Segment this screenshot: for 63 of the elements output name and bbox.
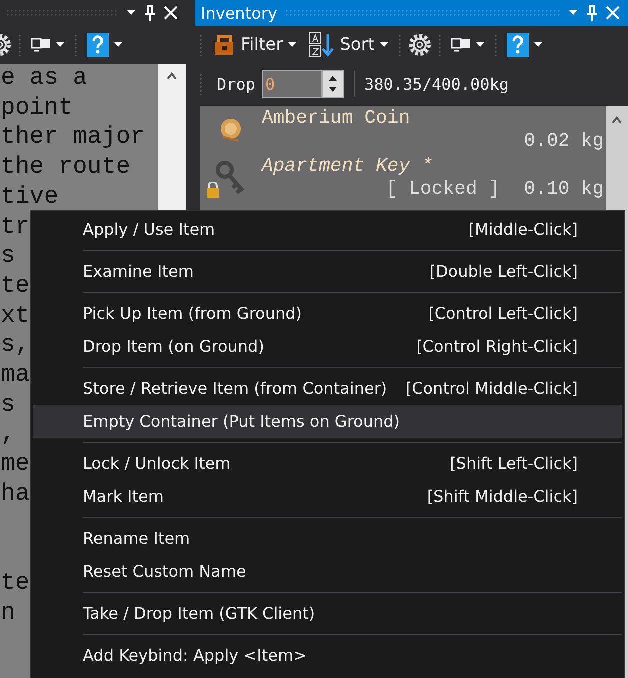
text-line: s: [1, 390, 16, 420]
filter-dropdown[interactable]: Filter: [209, 33, 300, 57]
panel-title: Inventory: [201, 4, 278, 22]
bag-icon: [212, 33, 236, 57]
menu-item[interactable]: Take / Drop Item (GTK Client): [33, 597, 622, 630]
weight-total: 380.35/400.00kg: [364, 74, 510, 94]
scroll-up-icon[interactable]: [167, 72, 177, 82]
text-line: ,: [1, 420, 16, 450]
text-line: tive: [1, 182, 59, 213]
caret-icon: [476, 42, 485, 48]
item-name: Apartment Key *: [262, 155, 434, 177]
menu-item[interactable]: Examine Item [Double Left-Click]: [33, 255, 622, 288]
sort-dropdown[interactable]: Sort: [306, 32, 392, 58]
help-icon: [506, 33, 529, 57]
text-line: n: [1, 598, 16, 628]
text-line: te: [1, 568, 30, 599]
item-name: Amberium Coin: [262, 107, 412, 129]
item-weight: 0.02 kg: [524, 129, 604, 153]
text-line: s,: [1, 331, 30, 362]
text-line: s: [1, 242, 16, 272]
screens-icon: [31, 37, 51, 53]
screens-icon: [450, 37, 471, 53]
inventory-item[interactable]: Amberium Coin 0.02 kg: [200, 106, 606, 154]
menu-item[interactable]: Apply / Use Item [Middle-Click]: [33, 213, 622, 246]
text-line: ma: [1, 361, 30, 391]
inventory-item[interactable]: Apartment Key * [ Locked ] 0.10 kg: [200, 154, 606, 202]
caret-icon: [380, 42, 389, 48]
text-line: ha: [1, 480, 30, 510]
item-weight: 0.10 kg: [524, 177, 604, 201]
menu-item[interactable]: Lock / Unlock Item [Shift Left-Click]: [33, 447, 622, 480]
spin-buttons[interactable]: [322, 70, 344, 98]
caret-icon[interactable]: [127, 10, 136, 16]
text-line: xt: [1, 302, 30, 332]
menu-item[interactable]: Mark Item [Shift Middle-Click]: [33, 480, 622, 513]
caret-icon: [56, 42, 65, 48]
coin-icon: [218, 117, 244, 143]
menu-item[interactable]: Drop Item (on Ground) [Control Right-Click]: [33, 330, 622, 363]
caret-icon: [114, 42, 123, 48]
close-icon[interactable]: [164, 6, 178, 20]
help-icon: [87, 33, 109, 57]
scroll-up-icon[interactable]: [612, 116, 622, 126]
pin-icon[interactable]: [144, 5, 156, 21]
key-icon: [215, 161, 247, 195]
text-line: me: [1, 450, 30, 480]
menu-item[interactable]: Reset Custom Name: [33, 555, 622, 588]
text-line: te: [1, 272, 30, 302]
text-line: tr: [1, 212, 30, 242]
text-line: e as a: [1, 64, 88, 94]
locked-status: [ Locked ]: [386, 177, 500, 201]
text-line: the route: [1, 153, 131, 183]
menu-item[interactable]: Store / Retrieve Item (from Container) [Control Middle-Click]: [33, 372, 622, 405]
text-line: ther major: [1, 123, 146, 154]
menu-item[interactable]: Empty Container (Put Items on Ground): [33, 405, 622, 438]
settings-icon[interactable]: [408, 33, 432, 57]
text-line: point: [1, 94, 74, 124]
help-dropdown[interactable]: [84, 33, 126, 57]
sort-icon: [309, 32, 336, 58]
drop-label: Drop: [217, 74, 256, 94]
menu-item[interactable]: Pick Up Item (from Ground) [Control Left-Click]: [33, 297, 622, 330]
caret-icon: [534, 42, 543, 48]
caret-icon: [288, 42, 298, 48]
menu-item[interactable]: Add Keybind: Apply <Item>: [33, 639, 622, 672]
menu-item[interactable]: Rename Item: [33, 522, 622, 555]
